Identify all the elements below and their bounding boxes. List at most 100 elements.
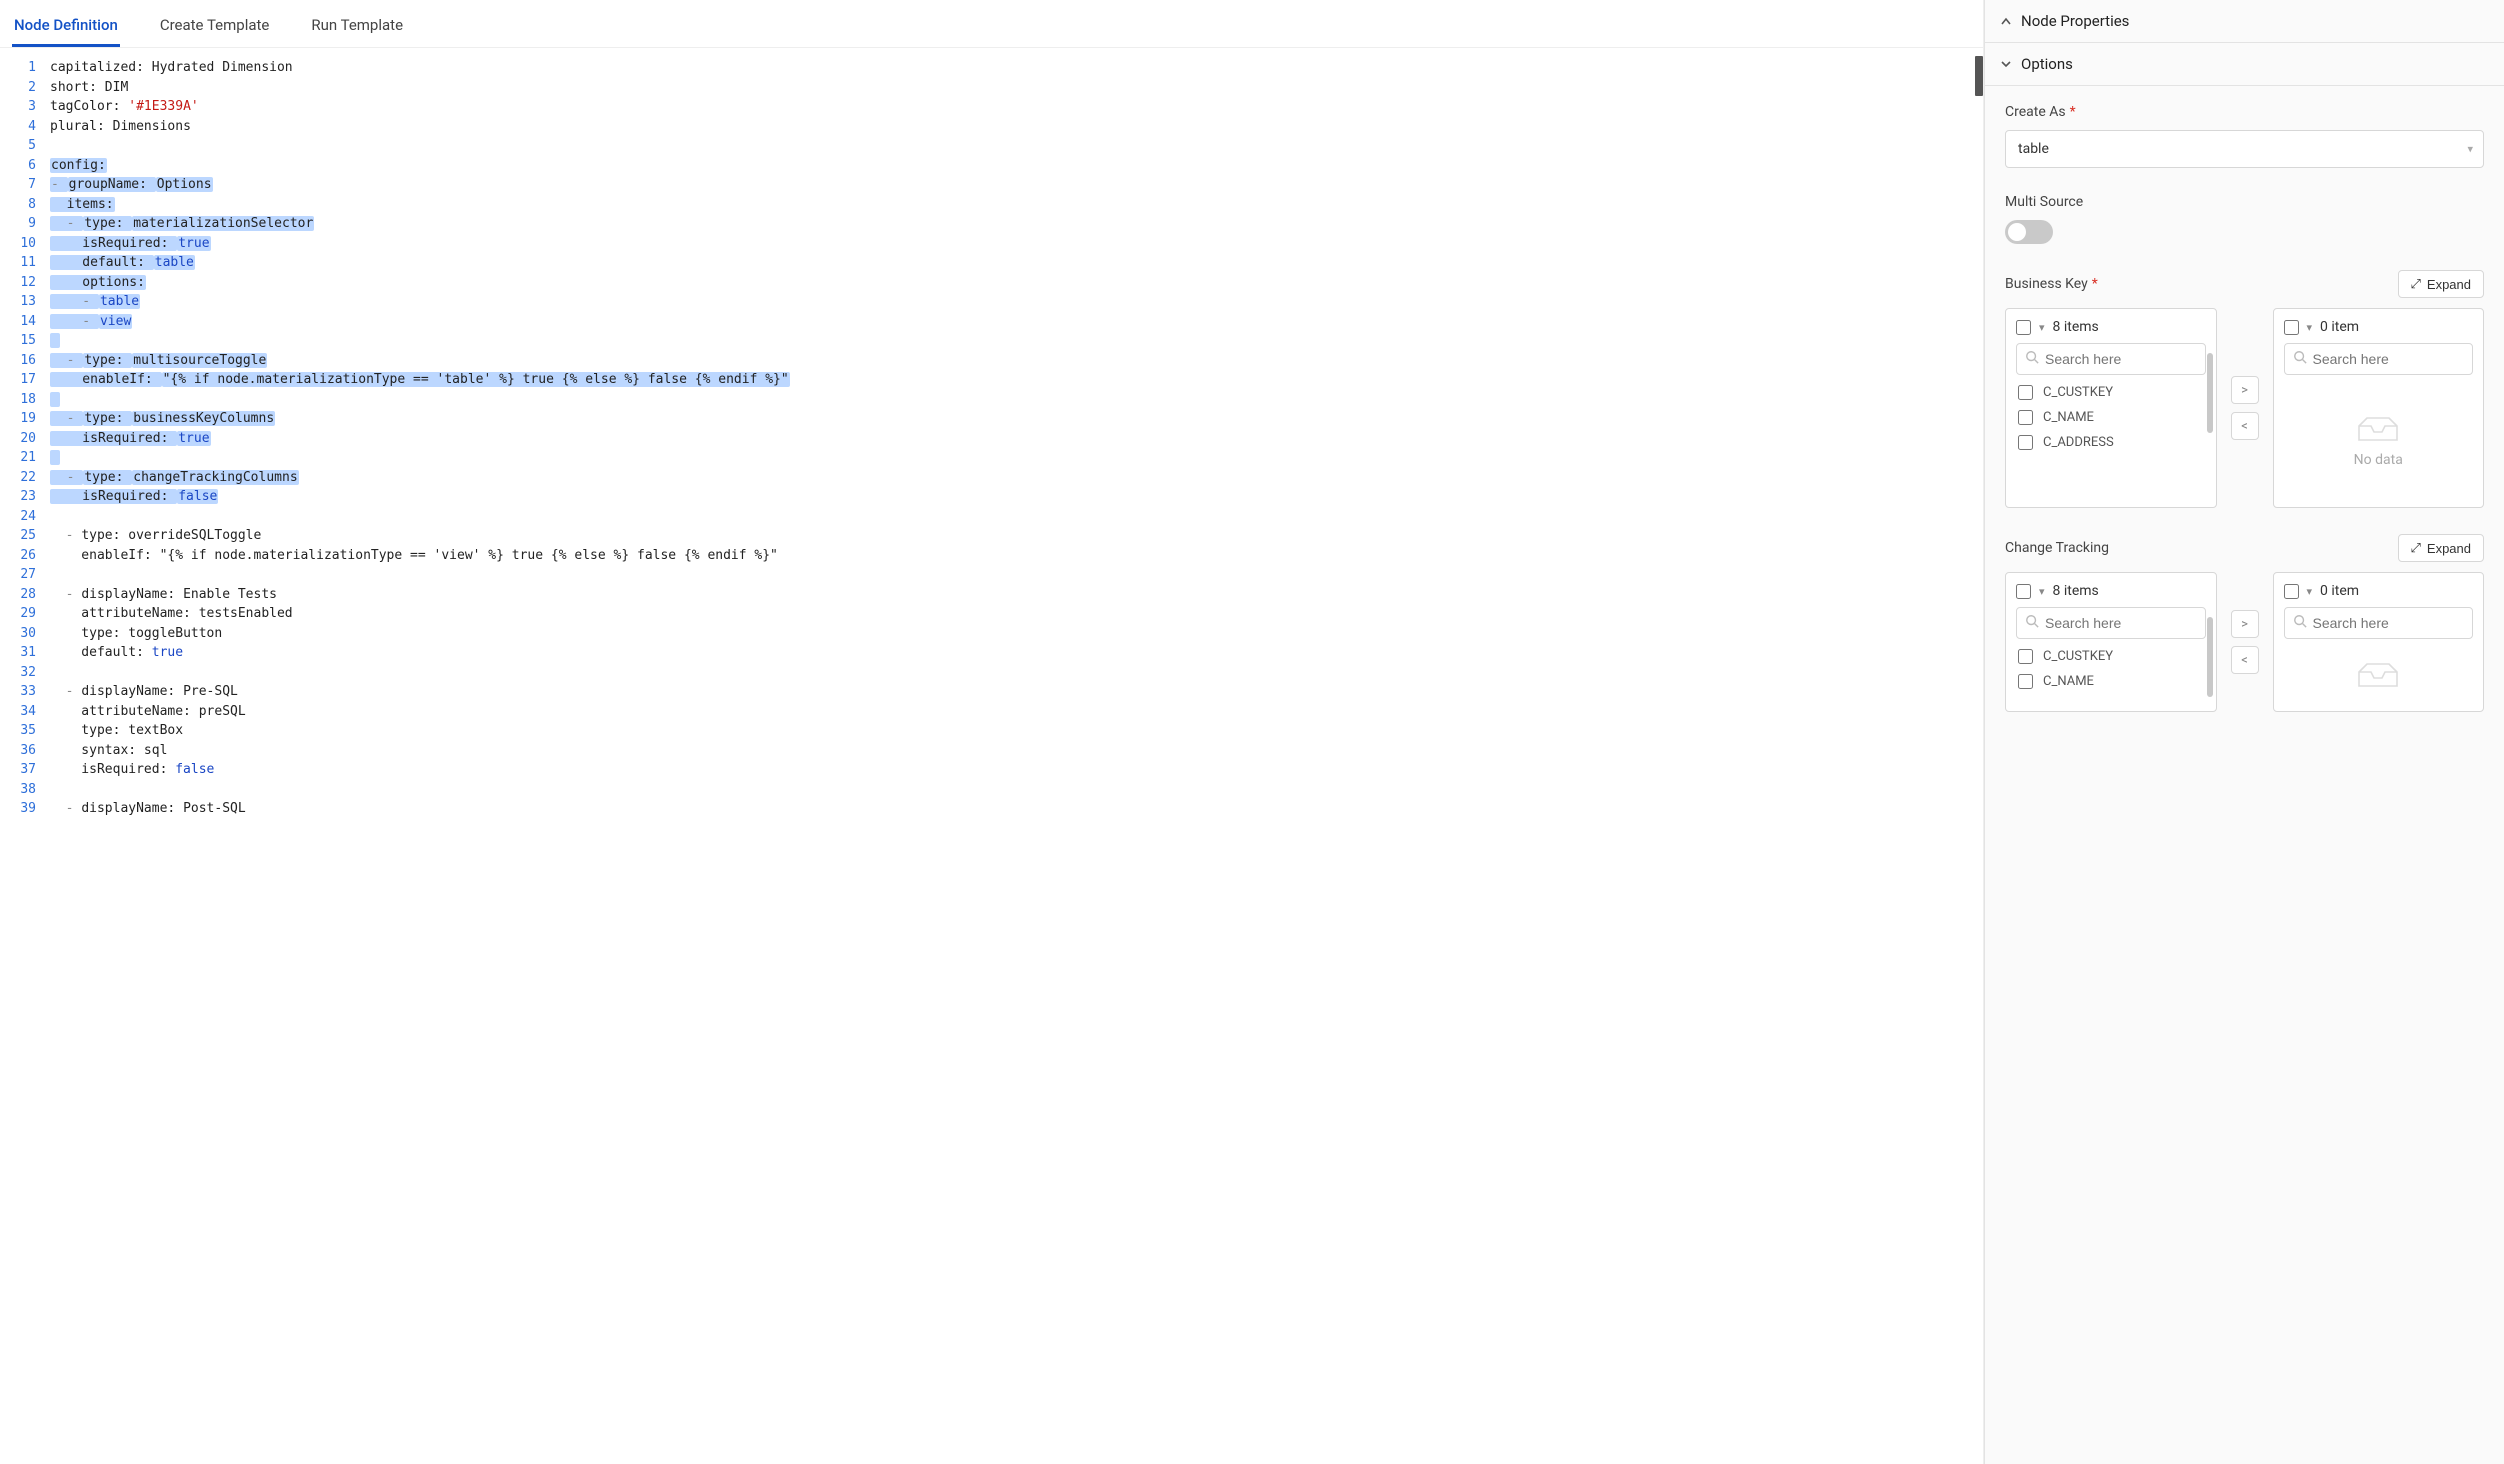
- code-line[interactable]: enableIf: "{% if node.materializationTyp…: [50, 546, 1979, 566]
- search-input[interactable]: [2045, 615, 2197, 631]
- code-line[interactable]: config:: [50, 156, 1979, 176]
- tab-node-definition[interactable]: Node Definition: [12, 10, 120, 47]
- change-tracking-selectall-right[interactable]: [2284, 584, 2299, 599]
- expand-label: Expand: [2427, 277, 2471, 292]
- code-line[interactable]: [50, 565, 1979, 585]
- move-left-button[interactable]: <: [2231, 412, 2259, 440]
- change-tracking-expand-button[interactable]: ⤢ Expand: [2398, 534, 2485, 562]
- code-line[interactable]: - type: overrideSQLToggle: [50, 526, 1979, 546]
- editor-gutter: 1234567891011121314151617181920212223242…: [0, 48, 46, 1464]
- tab-run-template[interactable]: Run Template: [309, 10, 405, 47]
- option-checkbox[interactable]: [2018, 435, 2033, 450]
- code-line[interactable]: - displayName: Enable Tests: [50, 585, 1979, 605]
- chevron-right-icon: [2001, 16, 2011, 26]
- code-line[interactable]: type: toggleButton: [50, 624, 1979, 644]
- business-key-available: ▾ 8 items C_CUSTKEYC_NAMEC_ADDRESS: [2005, 308, 2217, 508]
- field-change-tracking: Change Tracking ⤢ Expand ▾ 8 items: [2005, 534, 2484, 712]
- code-line[interactable]: tagColor: '#1E339A': [50, 97, 1979, 117]
- no-data-label: No data: [2354, 452, 2403, 468]
- code-line[interactable]: [50, 448, 1979, 468]
- code-line[interactable]: default: true: [50, 643, 1979, 663]
- option-checkbox[interactable]: [2018, 674, 2033, 689]
- business-key-search-left[interactable]: [2016, 343, 2206, 375]
- code-line[interactable]: attributeName: testsEnabled: [50, 604, 1979, 624]
- code-line[interactable]: [50, 507, 1979, 527]
- code-line[interactable]: - displayName: Pre-SQL: [50, 682, 1979, 702]
- code-line[interactable]: - groupName: Options: [50, 175, 1979, 195]
- code-line[interactable]: [50, 663, 1979, 683]
- option-checkbox[interactable]: [2018, 385, 2033, 400]
- change-tracking-available: ▾ 8 items C_CUSTKEYC_NAME: [2005, 572, 2217, 712]
- line-number: 16: [4, 351, 36, 371]
- code-line[interactable]: items:: [50, 195, 1979, 215]
- section-node-properties[interactable]: Node Properties: [1985, 0, 2504, 43]
- business-key-selectall-right[interactable]: [2284, 320, 2299, 335]
- change-tracking-search-left[interactable]: [2016, 607, 2206, 639]
- code-line[interactable]: [50, 780, 1979, 800]
- line-number: 36: [4, 741, 36, 761]
- code-editor[interactable]: 1234567891011121314151617181920212223242…: [0, 48, 1983, 1464]
- scrollbar-thumb[interactable]: [2207, 353, 2213, 433]
- change-tracking-options: C_CUSTKEY C_NAME: [2016, 647, 2206, 689]
- code-line[interactable]: syntax: sql: [50, 741, 1979, 761]
- option-checkbox[interactable]: [2018, 410, 2033, 425]
- change-tracking-search-right[interactable]: [2284, 607, 2474, 639]
- code-line[interactable]: isRequired: false: [50, 487, 1979, 507]
- create-as-select[interactable]: table ▾: [2005, 130, 2484, 168]
- option-checkbox[interactable]: [2018, 649, 2033, 664]
- code-line[interactable]: isRequired: false: [50, 760, 1979, 780]
- section-options[interactable]: Options: [1985, 43, 2504, 86]
- move-right-button[interactable]: >: [2231, 376, 2259, 404]
- business-key-search-right[interactable]: [2284, 343, 2474, 375]
- code-line[interactable]: [50, 390, 1979, 410]
- line-number: 33: [4, 682, 36, 702]
- code-line[interactable]: plural: Dimensions: [50, 117, 1979, 137]
- change-tracking-transfer-controls: > <: [2231, 572, 2259, 712]
- change-tracking-selectall-left[interactable]: [2016, 584, 2031, 599]
- scrollbar-thumb[interactable]: [2207, 617, 2213, 697]
- code-line[interactable]: type: textBox: [50, 721, 1979, 741]
- business-key-right-count: 0 item: [2320, 319, 2359, 335]
- multi-source-toggle[interactable]: [2005, 220, 2053, 244]
- code-line[interactable]: default: table: [50, 253, 1979, 273]
- list-item[interactable]: C_CUSTKEY: [2018, 385, 2206, 400]
- empty-box-icon: [2355, 412, 2401, 444]
- search-input[interactable]: [2045, 351, 2197, 367]
- code-line[interactable]: capitalized: Hydrated Dimension: [50, 58, 1979, 78]
- search-input[interactable]: [2313, 615, 2465, 631]
- code-line[interactable]: options:: [50, 273, 1979, 293]
- code-line[interactable]: - type: changeTrackingColumns: [50, 468, 1979, 488]
- chevron-down-icon: ▾: [2307, 321, 2313, 334]
- code-line[interactable]: - view: [50, 312, 1979, 332]
- code-line[interactable]: [50, 136, 1979, 156]
- list-item[interactable]: C_NAME: [2018, 410, 2206, 425]
- business-key-selectall-left[interactable]: [2016, 320, 2031, 335]
- code-line[interactable]: enableIf: "{% if node.materializationTyp…: [50, 370, 1979, 390]
- code-line[interactable]: attributeName: preSQL: [50, 702, 1979, 722]
- required-star-icon: *: [2092, 276, 2098, 292]
- code-line[interactable]: - type: multisourceToggle: [50, 351, 1979, 371]
- field-multi-source: Multi Source: [2005, 194, 2484, 244]
- code-line[interactable]: - table: [50, 292, 1979, 312]
- list-item[interactable]: C_CUSTKEY: [2018, 649, 2206, 664]
- business-key-expand-button[interactable]: ⤢ Expand: [2398, 270, 2485, 298]
- no-data-placeholder: No data: [2284, 383, 2474, 497]
- move-left-button[interactable]: <: [2231, 646, 2259, 674]
- no-data-placeholder: [2284, 647, 2474, 701]
- code-line[interactable]: - type: businessKeyColumns: [50, 409, 1979, 429]
- list-item[interactable]: C_ADDRESS: [2018, 435, 2206, 450]
- code-line[interactable]: - displayName: Post-SQL: [50, 799, 1979, 819]
- list-item[interactable]: C_NAME: [2018, 674, 2206, 689]
- tab-create-template[interactable]: Create Template: [158, 10, 272, 47]
- code-line[interactable]: isRequired: true: [50, 234, 1979, 254]
- code-line[interactable]: isRequired: true: [50, 429, 1979, 449]
- editor-code[interactable]: capitalized: Hydrated Dimensionshort: DI…: [46, 48, 1983, 1464]
- line-number: 19: [4, 409, 36, 429]
- multi-source-label: Multi Source: [2005, 194, 2083, 210]
- search-input[interactable]: [2313, 351, 2465, 367]
- editor-minimap-thumb[interactable]: [1975, 56, 1983, 96]
- code-line[interactable]: short: DIM: [50, 78, 1979, 98]
- code-line[interactable]: [50, 331, 1979, 351]
- code-line[interactable]: - type: materializationSelector: [50, 214, 1979, 234]
- move-right-button[interactable]: >: [2231, 610, 2259, 638]
